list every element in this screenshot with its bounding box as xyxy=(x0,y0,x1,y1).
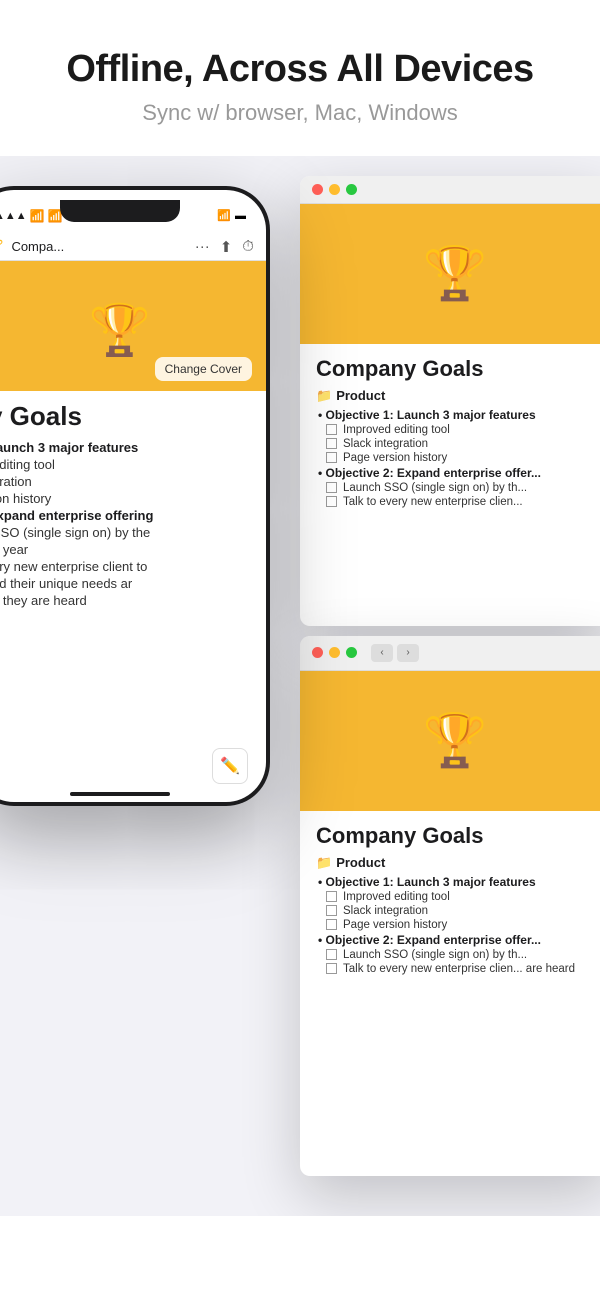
checkbox-icon[interactable] xyxy=(326,452,337,463)
window-2-check-5-label: Talk to every new enterprise clien... ar… xyxy=(343,963,575,975)
phone-mockup: ▲▲▲ 📶 📶 📶 ▬ 🏆 Compa... ··· ⬆ ⏱ xyxy=(0,186,270,806)
window-1-trophy: 🏆 xyxy=(423,243,488,304)
phone-favicon: 🏆 xyxy=(0,238,3,255)
desktop-window-1: 🏆 Company Goals 📁 Product Objective 1: L… xyxy=(300,176,600,626)
window-2-obj2: Objective 2: Expand enterprise offer... xyxy=(316,933,594,947)
window-1-check-2-label: Slack integration xyxy=(343,438,428,450)
window-2-check-2-label: Slack integration xyxy=(343,905,428,917)
phone-browser-icons: ··· ⬆ ⏱ xyxy=(195,238,254,256)
phone-doc-content: y Goals Launch 3 major features editing … xyxy=(0,391,266,620)
window-2-check-3-label: Page version history xyxy=(343,919,447,931)
window-1-cover: 🏆 xyxy=(300,204,600,344)
change-cover-button[interactable]: Change Cover xyxy=(155,357,252,381)
phone-home-indicator xyxy=(70,792,170,796)
window-2-check-4-label: Launch SSO (single sign on) by th... xyxy=(343,949,527,961)
devices-section: ▲▲▲ 📶 📶 📶 ▬ 🏆 Compa... ··· ⬆ ⏱ xyxy=(0,156,600,1216)
more-icon[interactable]: ··· xyxy=(195,238,210,256)
phone-subitem-8: e they are heard xyxy=(0,593,252,608)
window-2-section-emoji: 📁 xyxy=(316,855,332,871)
window-1-section: 📁 Product xyxy=(316,388,594,404)
window-1-obj1: Objective 1: Launch 3 major features xyxy=(316,408,594,422)
checkbox-icon[interactable] xyxy=(326,438,337,449)
phone-subitem-7: nd their unique needs ar xyxy=(0,576,252,591)
window-titlebar-2: ‹ › xyxy=(300,636,600,671)
window-2-check-4: Launch SSO (single sign on) by th... xyxy=(316,949,594,961)
phone-objective1: Launch 3 major features xyxy=(0,440,252,455)
window-2-title: Company Goals xyxy=(316,823,594,849)
checkbox-icon[interactable] xyxy=(326,496,337,507)
phone-browser-bar: 🏆 Compa... ··· ⬆ ⏱ xyxy=(0,234,266,261)
window-nav-buttons: ‹ › xyxy=(371,644,419,662)
desktop-window-2: ‹ › 🏆 Company Goals 📁 Product Objective … xyxy=(300,636,600,1176)
back-button[interactable]: ‹ xyxy=(371,644,393,662)
window-1-check-3-label: Page version history xyxy=(343,452,447,464)
window-1-check-1-label: Improved editing tool xyxy=(343,424,450,436)
checkbox-icon[interactable] xyxy=(326,891,337,902)
window-2-check-3: Page version history xyxy=(316,919,594,931)
header-subtitle: Sync w/ browser, Mac, Windows xyxy=(20,100,580,126)
status-icons: 📶 ▬ xyxy=(217,209,246,222)
window-2-close-dot[interactable] xyxy=(312,647,323,658)
phone-content: 🏆 Change Cover y Goals Launch 3 major fe… xyxy=(0,261,266,778)
window-1-check-4: Launch SSO (single sign on) by th... xyxy=(316,482,594,494)
phone-subitem-3: ion history xyxy=(0,491,252,506)
phone-subitem-6: ery new enterprise client to xyxy=(0,559,252,574)
window-2-check-1: Improved editing tool xyxy=(316,891,594,903)
window-2-obj1: Objective 1: Launch 3 major features xyxy=(316,875,594,889)
header-title: Offline, Across All Devices xyxy=(20,48,580,92)
window-fullscreen-dot[interactable] xyxy=(346,184,357,195)
window-2-fullscreen-dot[interactable] xyxy=(346,647,357,658)
window-1-doc: Company Goals 📁 Product Objective 1: Lau… xyxy=(300,344,600,522)
window-1-obj2: Objective 2: Expand enterprise offer... xyxy=(316,466,594,480)
window-2-cover: 🏆 xyxy=(300,671,600,811)
window-1-section-emoji: 📁 xyxy=(316,388,332,404)
checkbox-icon[interactable] xyxy=(326,919,337,930)
header-section: Offline, Across All Devices Sync w/ brow… xyxy=(0,0,600,156)
window-1-title: Company Goals xyxy=(316,356,594,382)
window-2-check-2: Slack integration xyxy=(316,905,594,917)
phone-inner: ▲▲▲ 📶 📶 📶 ▬ 🏆 Compa... ··· ⬆ ⏱ xyxy=(0,190,266,802)
phone-subitem-5: e year xyxy=(0,542,252,557)
checkbox-icon[interactable] xyxy=(326,482,337,493)
phone-objective2: Expand enterprise offering xyxy=(0,508,252,523)
wifi-icon: 📶 xyxy=(217,209,231,222)
window-close-dot[interactable] xyxy=(312,184,323,195)
window-1-check-4-label: Launch SSO (single sign on) by th... xyxy=(343,482,527,494)
window-titlebar-1 xyxy=(300,176,600,204)
window-2-check-1-label: Improved editing tool xyxy=(343,891,450,903)
window-1-check-1: Improved editing tool xyxy=(316,424,594,436)
window-1-check-5: Talk to every new enterprise clien... xyxy=(316,496,594,508)
phone-subitem-2: gration xyxy=(0,474,252,489)
window-2-trophy: 🏆 xyxy=(423,710,488,771)
phone-trophy-icon: 🏆 xyxy=(89,301,151,360)
window-2-minimize-dot[interactable] xyxy=(329,647,340,658)
phone-url: Compa... xyxy=(11,239,186,254)
window-1-check-2: Slack integration xyxy=(316,438,594,450)
share-icon[interactable]: ⬆ xyxy=(220,238,233,256)
phone-cover: 🏆 Change Cover xyxy=(0,261,266,391)
window-2-doc: Company Goals 📁 Product Objective 1: Lau… xyxy=(300,811,600,989)
window-2-section: 📁 Product xyxy=(316,855,594,871)
forward-button[interactable]: › xyxy=(397,644,419,662)
history-icon[interactable]: ⏱ xyxy=(242,238,254,256)
checkbox-icon[interactable] xyxy=(326,424,337,435)
phone-subitem-4: SSO (single sign on) by the xyxy=(0,525,252,540)
checkbox-icon[interactable] xyxy=(326,905,337,916)
battery-icon: ▬ xyxy=(235,210,246,222)
window-2-section-label: Product xyxy=(336,855,385,870)
phone-notch xyxy=(60,200,180,222)
phone-subitem-1: editing tool xyxy=(0,457,252,472)
phone-doc-title: y Goals xyxy=(0,401,252,432)
phone-edit-button[interactable]: ✏️ xyxy=(212,748,248,784)
window-1-check-3: Page version history xyxy=(316,452,594,464)
signal-icon: ▲▲▲ 📶 📶 xyxy=(0,209,63,223)
checkbox-icon[interactable] xyxy=(326,949,337,960)
window-2-check-5: Talk to every new enterprise clien... ar… xyxy=(316,963,594,975)
checkbox-icon[interactable] xyxy=(326,963,337,974)
window-1-section-label: Product xyxy=(336,388,385,403)
window-minimize-dot[interactable] xyxy=(329,184,340,195)
window-1-check-5-label: Talk to every new enterprise clien... xyxy=(343,496,523,508)
